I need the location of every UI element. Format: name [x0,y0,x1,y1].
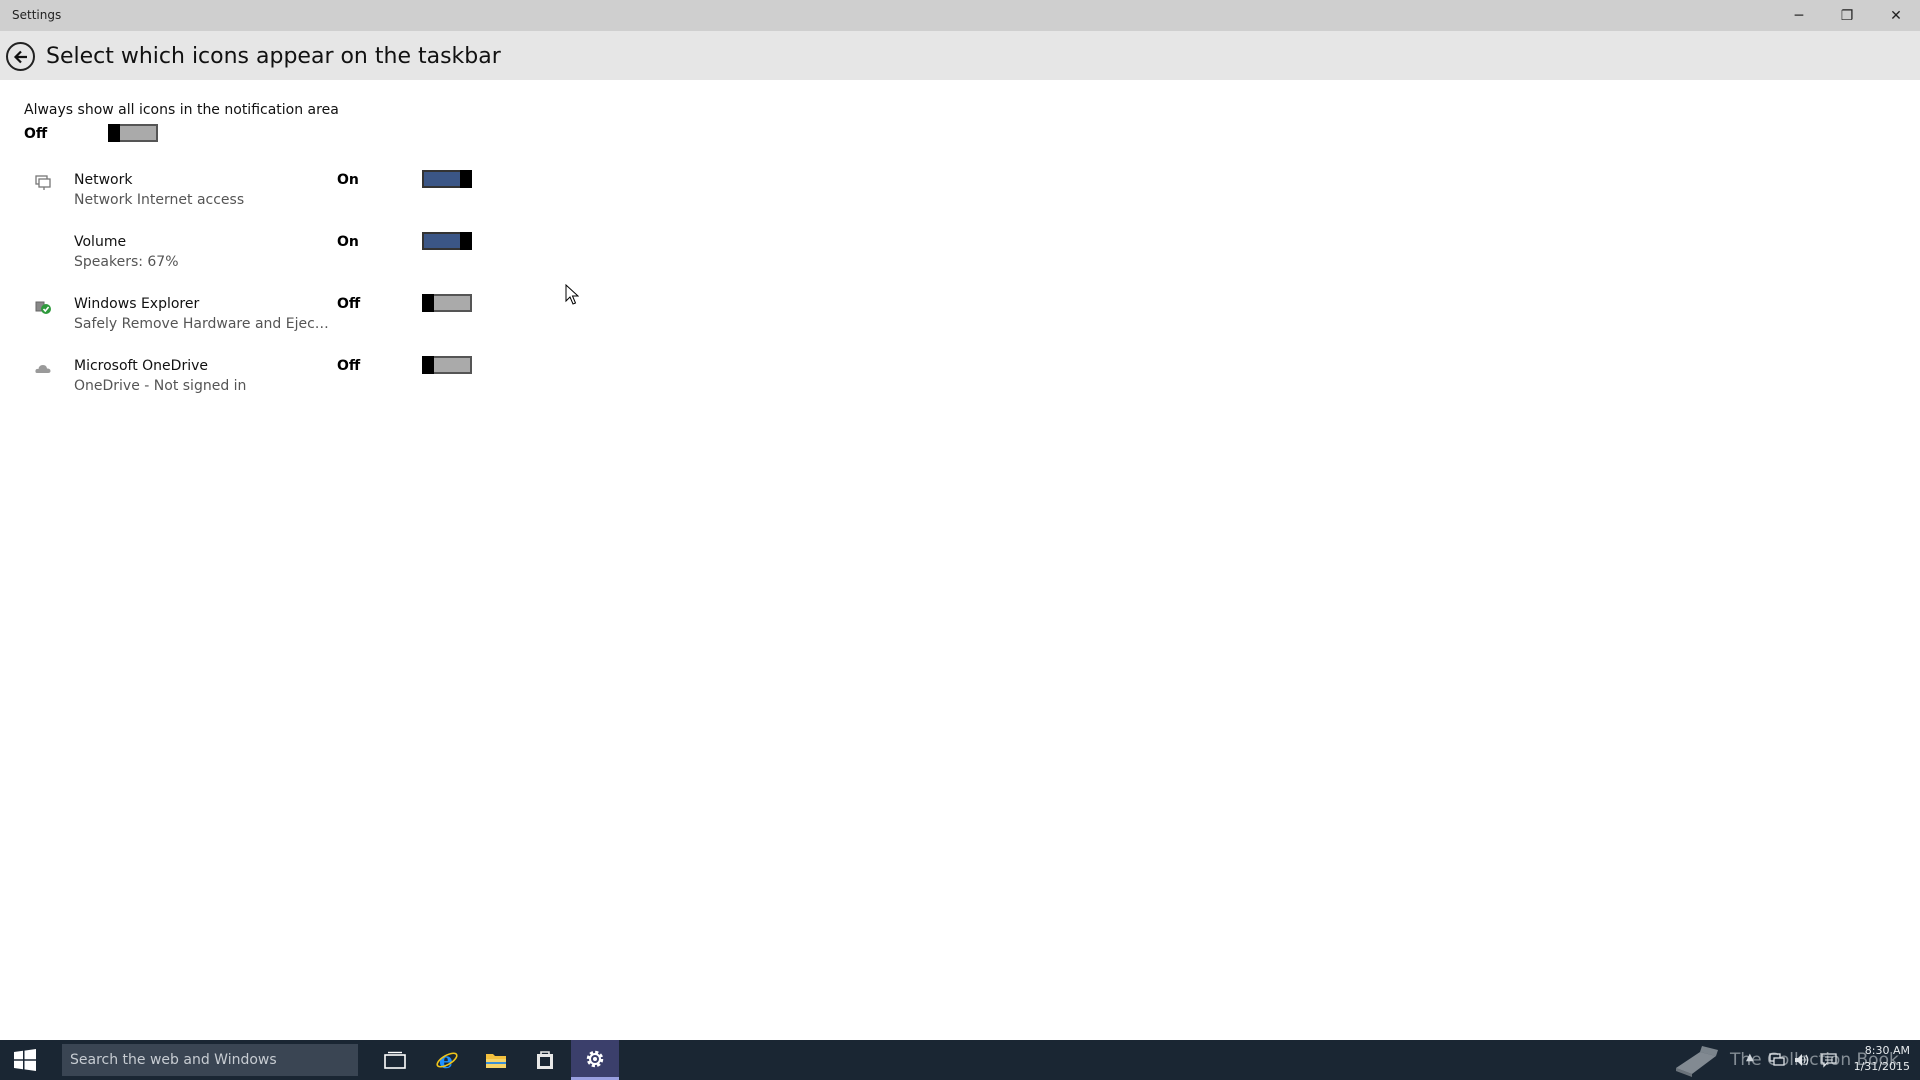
always-show-label: Always show all icons in the notificatio… [24,102,339,118]
page-title: Select which icons appear on the taskbar [46,44,501,69]
list-item-onedrive: Microsoft OneDrive OneDrive - Not signed… [0,356,500,412]
taskbar-search-box[interactable]: Search the web and Windows [62,1044,358,1076]
store-button[interactable] [521,1040,569,1080]
network-tray-icon[interactable] [1768,1051,1786,1069]
toggle-knob [422,294,434,312]
taskbar-clock[interactable]: 8:30 AM 1/31/2015 [1846,1043,1910,1075]
item-name: Network [74,172,133,188]
always-show-state: Off [24,126,48,142]
item-name: Windows Explorer [74,296,200,312]
network-icon [35,175,51,190]
svg-text:e: e [439,1048,453,1072]
page-header: Select which icons appear on the taskbar [0,31,1920,80]
back-button[interactable] [6,42,35,71]
show-hidden-icons-button[interactable]: ▲ [1746,1052,1754,1063]
volume-toggle[interactable] [422,232,472,250]
item-name: Microsoft OneDrive [74,358,208,374]
close-button[interactable]: ✕ [1872,0,1920,31]
network-toggle[interactable] [422,170,472,188]
usb-eject-icon [35,301,51,314]
clock-time: 8:30 AM [1864,1044,1910,1057]
item-state: On [337,172,359,188]
title-bar: Settings ─ ❐ ✕ [0,0,1920,31]
search-placeholder: Search the web and Windows [70,1052,277,1068]
task-view-button[interactable] [371,1040,419,1080]
toggle-knob [460,170,472,188]
file-explorer-button[interactable] [472,1040,520,1080]
item-state: Off [337,358,361,374]
item-description: OneDrive - Not signed in [74,378,247,394]
app-title: Settings [12,8,62,22]
item-name: Volume [74,234,127,250]
onedrive-cloud-icon [35,365,51,373]
windows-logo-icon [14,1049,36,1071]
windows-explorer-toggle[interactable] [422,294,472,312]
action-center-icon[interactable] [1820,1051,1838,1069]
toggle-knob [460,232,472,250]
minimize-button[interactable]: ─ [1775,0,1823,31]
list-item-windows-explorer: Windows Explorer Safely Remove Hardware … [0,294,500,350]
file-explorer-icon [486,1054,506,1068]
item-description: Network Internet access [74,192,245,208]
always-show-toggle[interactable] [108,124,158,142]
onedrive-toggle[interactable] [422,356,472,374]
list-item-volume: Volume Speakers: 67% On [0,232,500,288]
toggle-knob [422,356,434,374]
item-state: Off [337,296,361,312]
start-button[interactable] [0,1040,50,1080]
back-arrow-icon [13,50,27,63]
item-description: Speakers: 67% [74,254,179,270]
mouse-cursor-icon [565,284,579,305]
settings-taskbar-button[interactable] [571,1040,619,1080]
internet-explorer-button[interactable]: e [423,1040,471,1080]
restore-icon: ❐ [1840,7,1854,24]
item-state: On [337,234,359,250]
item-description: Safely Remove Hardware and Eject M... [74,316,329,332]
minimize-icon: ─ [1794,7,1804,24]
taskbar: Search the web and Windows e The Collect… [0,1040,1920,1080]
toggle-knob [108,124,120,142]
store-icon [537,1051,553,1069]
task-view-icon [384,1051,406,1069]
book-logo-icon [1676,1046,1718,1077]
clock-date: 1/31/2015 [1853,1060,1910,1073]
volume-tray-icon[interactable] [1793,1051,1811,1069]
internet-explorer-icon: e [436,1048,458,1072]
list-item-network: Network Network Internet access On [0,170,500,226]
close-icon: ✕ [1890,7,1902,24]
maximize-button[interactable]: ❐ [1823,0,1871,31]
settings-gear-icon [586,1050,604,1067]
